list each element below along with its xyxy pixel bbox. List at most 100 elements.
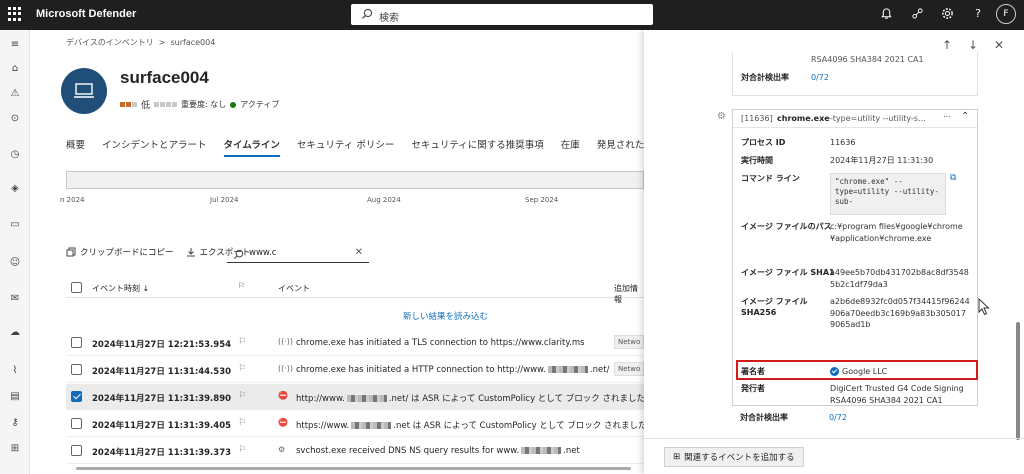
total-detection-link[interactable]: 0/72	[829, 412, 847, 424]
audit-icon[interactable]: ▤	[8, 390, 22, 404]
tab-security-policy[interactable]: セキュリティ ポリシー	[297, 137, 394, 157]
event-time: 2024年11月27日 12:21:53.954	[92, 340, 232, 350]
breadcrumb: デバイスのインベントリ > surface004	[66, 37, 215, 48]
cloud-apps-icon[interactable]: ☁	[8, 326, 22, 340]
table-row[interactable]: 2024年11月27日 11:31:39.405 ⚐ ⛔ https://www…	[66, 411, 647, 437]
download-icon	[186, 248, 195, 257]
hamburger-menu-icon[interactable]: ≡	[8, 38, 22, 52]
breadcrumb-parent-link[interactable]: デバイスのインベントリ	[66, 38, 154, 47]
prev-total-label: 対合計検出率	[741, 73, 789, 82]
incidents-icon[interactable]: ⚠	[8, 87, 22, 101]
col-additional-info[interactable]: 追加情報	[614, 283, 644, 305]
criticality-label: 重要度: なし	[181, 100, 227, 109]
tab-security-recommendations[interactable]: セキュリティに関する推奨事項	[411, 137, 543, 157]
close-panel-icon[interactable]: ✕	[994, 38, 1004, 52]
row-checkbox[interactable]	[71, 364, 82, 375]
timeline-search-input[interactable]: www.c ✕	[227, 245, 369, 263]
device-meta: 低 重要度: なし アクティブ	[120, 98, 279, 111]
table-row[interactable]: 2024年11月27日 12:21:53.954 ⚐ ((·)) chrome.…	[66, 330, 645, 356]
asr-block-icon: ⛔	[278, 418, 288, 427]
table-row-selected[interactable]: 2024年11月27日 11:31:39.890 ⚐ ⛔ http://www.…	[66, 384, 645, 410]
sha1-value: a49ee5b70db431702b8ac8df35485b2c1df79da3	[830, 268, 969, 289]
prev-total-link[interactable]: 0/72	[811, 72, 829, 84]
total-detection-label: 対合計検出率	[740, 413, 788, 422]
top-bar: Microsoft Defender 検索 ? F	[0, 0, 1024, 30]
asr-block-icon: ⛔	[278, 391, 288, 400]
breadcrumb-current: surface004	[170, 38, 216, 47]
network-icon: ((·))	[278, 364, 294, 373]
event-time: 2024年11月27日 11:31:39.405	[92, 421, 232, 431]
image-path-value: c:¥program files¥google¥chrome¥applicati…	[830, 222, 963, 243]
process-card-header[interactable]: [11636] chrome.exe --type=utility --util…	[733, 110, 977, 128]
process-name: chrome.exe	[777, 114, 830, 123]
tab-inventory[interactable]: 在庫	[561, 137, 580, 157]
help-icon[interactable]: ?	[971, 7, 985, 21]
app-launcher-icon[interactable]	[8, 7, 22, 21]
key-icon[interactable]: ⚷	[8, 416, 22, 430]
next-event-arrow-icon[interactable]: ↓	[968, 38, 978, 52]
timeline-range-bar[interactable]	[66, 171, 644, 189]
horizontal-scrollbar[interactable]	[66, 466, 644, 471]
flag-column-icon: ⚐	[238, 281, 246, 290]
event-time: 2024年11月27日 11:31:39.890	[92, 394, 232, 404]
flag-icon[interactable]: ⚐	[238, 391, 246, 401]
load-newer-results-link[interactable]: 新しい結果を読み込む	[403, 310, 488, 322]
image-path-label: イメージ ファイルのパス	[741, 222, 832, 231]
col-event[interactable]: イベント	[278, 283, 310, 294]
select-all-checkbox[interactable]	[71, 282, 82, 293]
hunting-icon[interactable]: ⊙	[8, 112, 22, 126]
add-related-events-button[interactable]: ⊞ 関連するイベントを追加する	[664, 447, 804, 467]
risk-level-bars	[120, 102, 137, 107]
copy-icon[interactable]: ⧉	[950, 173, 956, 183]
sha256-value: a2b6de8932fc0d057f34415f96244906a70eedb3…	[830, 297, 970, 329]
home-icon[interactable]: ⌂	[8, 62, 22, 76]
search-placeholder: 検索	[379, 13, 399, 24]
settings-gear-icon[interactable]	[940, 7, 954, 21]
event-time: 2024年11月27日 11:31:39.373	[92, 448, 232, 458]
redacted-domain	[351, 422, 392, 429]
tab-timeline[interactable]: タイムライン	[223, 137, 281, 157]
devices-icon[interactable]: ▭	[8, 218, 22, 232]
notification-icon[interactable]	[879, 7, 893, 21]
issuer-label: 発行者	[741, 384, 765, 393]
row-checkbox[interactable]	[71, 391, 82, 402]
global-search-input[interactable]: 検索	[351, 4, 653, 25]
tab-overview[interactable]: 概要	[66, 137, 85, 157]
flag-icon[interactable]: ⚐	[238, 418, 246, 428]
process-pid-tag: [11636]	[741, 114, 773, 123]
email-icon[interactable]: ✉	[8, 292, 22, 306]
flag-icon[interactable]: ⚐	[238, 364, 246, 374]
events-table-header: イベント時刻 ↓ ⚐ イベント 追加情報	[66, 278, 644, 304]
cmdline-box[interactable]: "chrome.exe" --type=utility --utility-su…	[830, 173, 946, 215]
reports-chart-icon[interactable]: ⌇	[8, 364, 22, 378]
row-checkbox[interactable]	[71, 418, 82, 429]
partner-icon[interactable]: ⊞	[8, 442, 22, 456]
previous-event-arrow-icon[interactable]: ↑	[942, 38, 952, 52]
table-row[interactable]: 2024年11月27日 11:31:44.530 ⚐ ((·)) chrome.…	[66, 357, 645, 383]
collapse-chevron-icon[interactable]: ⌃	[961, 111, 969, 122]
identities-icon[interactable]: ☺	[8, 256, 22, 270]
flag-icon[interactable]: ⚐	[238, 445, 246, 455]
threat-analytics-icon[interactable]: ◈	[8, 182, 22, 196]
history-icon[interactable]: ◷	[8, 148, 22, 162]
search-icon	[233, 249, 244, 260]
panel-footer: ⊞ 関連するイベントを追加する	[644, 438, 1024, 474]
user-avatar[interactable]: F	[996, 4, 1016, 24]
more-options-icon[interactable]: ⋯	[943, 112, 951, 121]
col-event-time[interactable]: イベント時刻 ↓	[92, 283, 149, 294]
panel-scrollbar[interactable]	[1016, 322, 1020, 440]
timeline-label: n 2024	[60, 196, 85, 204]
row-checkbox[interactable]	[71, 337, 82, 348]
row-checkbox[interactable]	[71, 445, 82, 456]
process-args: --type=utility --utility-s...	[827, 114, 926, 123]
copy-to-clipboard-button[interactable]: クリップボードにコピー	[66, 246, 174, 258]
event-text: svchost.exe received DNS NS query result…	[296, 446, 580, 456]
network-icon: ((·))	[278, 337, 294, 346]
flag-icon[interactable]: ⚐	[238, 337, 246, 347]
device-tabs: 概要 インシデントとアラート タイムライン セキュリティ ポリシー セキュリティ…	[66, 137, 716, 157]
clear-search-icon[interactable]: ✕	[355, 247, 363, 258]
exec-time-label: 実行時間	[741, 156, 773, 165]
tab-incidents-alerts[interactable]: インシデントとアラート	[102, 137, 207, 157]
connections-icon[interactable]	[910, 7, 924, 21]
table-row[interactable]: 2024年11月27日 11:31:39.373 ⚐ ⚙ svchost.exe…	[66, 438, 644, 464]
